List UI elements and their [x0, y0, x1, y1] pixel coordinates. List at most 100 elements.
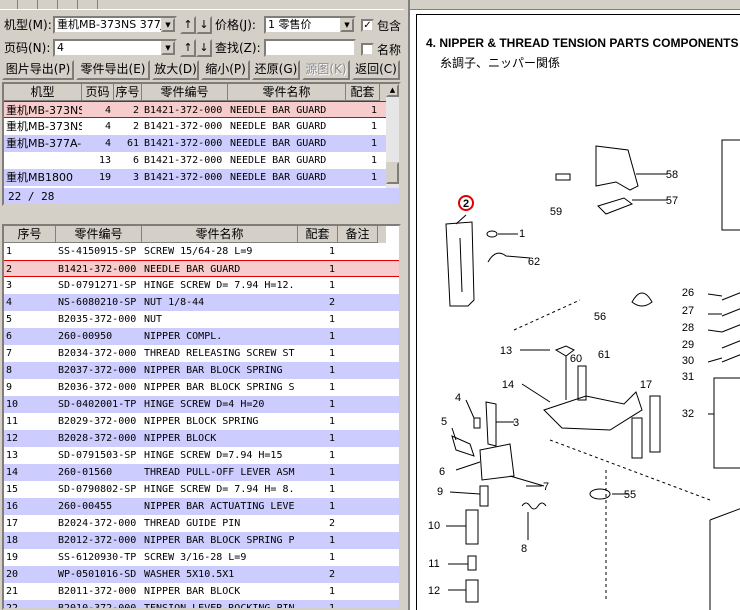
part-thread-guide-plate[interactable]: [597, 197, 634, 215]
table-row[interactable]: 17 B2024-372-000 THREAD GUIDE PIN 2: [4, 515, 399, 532]
col-header-qty[interactable]: 配套: [346, 84, 380, 101]
callout-number[interactable]: 7: [543, 481, 549, 493]
table-row[interactable]: 18 B2012-372-000 NIPPER BAR BLOCK SPRING P…: [4, 532, 399, 549]
callout-number[interactable]: 29: [682, 339, 694, 351]
part-nipper-block[interactable]: [465, 509, 479, 545]
callout-number[interactable]: 6: [439, 466, 445, 478]
table-row[interactable]: 10 SD-0402001-TP HINGE SCREW D=4 H=20 1: [4, 396, 399, 413]
price-select[interactable]: 1 零售价 ▼: [264, 16, 356, 34]
callout-number[interactable]: 17: [640, 379, 652, 391]
name-checkbox[interactable]: [361, 43, 374, 56]
table-row[interactable]: 重机MB1800 19 3 B1421-372-000 NEEDLE BAR GUARD…: [4, 169, 386, 186]
part-thread-guide-pin[interactable]: [649, 395, 661, 453]
part-hinge-screw[interactable]: [485, 401, 497, 447]
callout-number[interactable]: 5: [441, 416, 447, 428]
part-spring-wire[interactable]: [487, 252, 531, 263]
part-screw[interactable]: [555, 173, 571, 181]
part-thread-guide-bracket[interactable]: [595, 145, 639, 191]
model-next-button[interactable]: ↓: [196, 16, 212, 34]
chevron-down-icon[interactable]: ▼: [340, 18, 354, 32]
part-washer[interactable]: [589, 488, 611, 500]
part-thread-pull-off-lever[interactable]: [543, 391, 643, 431]
zoom-in-button[interactable]: 放大(D): [152, 60, 199, 80]
restore-button[interactable]: 还原(G): [252, 60, 300, 80]
toolbar-icon[interactable]: [44, 0, 58, 9]
callout-number[interactable]: 31: [682, 371, 694, 383]
table-row[interactable]: 3 SD-0791271-SP HINGE SCREW D= 7.94 H=12. 1: [4, 277, 399, 294]
exploded-parts-diagram[interactable]: 1234567891011121314 172627282930313255565…: [410, 0, 740, 610]
table-row[interactable]: 13 SD-0791503-SP HINGE SCREW D=7.94 H=15 1: [4, 447, 399, 464]
part-nipper-compl[interactable]: [479, 443, 515, 481]
table-row[interactable]: 20 WP-0501016-SD WASHER 5X10.5X1 2: [4, 566, 399, 583]
callout-number[interactable]: 57: [666, 195, 678, 207]
table-row[interactable]: 重机MB-377A- 4 61 B1421-372-000 NEEDLE BAR GUA…: [4, 135, 386, 152]
part-thread-release-stud[interactable]: [509, 475, 545, 487]
parts-list-grid[interactable]: 序号 零件编号 零件名称 配套 备注 1 SS-4150915-SP SCREW 1…: [2, 224, 401, 610]
export-image-button[interactable]: 图片导出(P): [2, 60, 74, 80]
diagram-viewer[interactable]: 4. NIPPER & THREAD TENSION PARTS COMPONE…: [408, 0, 740, 610]
callout-number[interactable]: 60: [570, 353, 582, 365]
chevron-down-icon[interactable]: ▼: [161, 18, 175, 32]
model-select[interactable]: 重机MB-373NS 377J ▼: [53, 16, 177, 34]
col-header-part-name[interactable]: 零件名称: [142, 226, 298, 243]
callout-number[interactable]: 26: [682, 287, 694, 299]
callout-number[interactable]: 61: [598, 349, 610, 361]
toolbar-icon[interactable]: [84, 0, 98, 9]
part-needle-bar-guard[interactable]: [445, 221, 475, 307]
table-row[interactable]: 重机MB-373NS 4 2 B1421-372-000 NEEDLE BAR GUAR…: [4, 101, 386, 118]
back-button[interactable]: 返回(C): [352, 60, 400, 80]
table-row[interactable]: 8 B2037-372-000 NIPPER BAR BLOCK SPRING 1: [4, 362, 399, 379]
part-tension-stud[interactable]: [721, 139, 740, 231]
table-row[interactable]: 7 B2034-372-000 THREAD RELEASING SCREW ST 1: [4, 345, 399, 362]
callout-number[interactable]: 55: [624, 489, 636, 501]
part-spring[interactable]: [521, 502, 547, 510]
callout-number[interactable]: 8: [521, 543, 527, 555]
callout-number[interactable]: 58: [666, 169, 678, 181]
callout-number[interactable]: 9: [437, 486, 443, 498]
col-header-seq[interactable]: 序号: [114, 84, 142, 101]
table-row[interactable]: 19 SS-6120930-TP SCREW 3/16-28 L=9 1: [4, 549, 399, 566]
page-select[interactable]: 4 ▼: [53, 39, 177, 57]
table-row[interactable]: 21 B2011-372-000 NIPPER BAR BLOCK 1: [4, 583, 399, 600]
scroll-thumb[interactable]: [386, 162, 399, 184]
col-header-part-no[interactable]: 零件编号: [142, 84, 228, 101]
table-row[interactable]: 15 SD-0790802-SP HINGE SCREW D= 7.94 H= 8.…: [4, 481, 399, 498]
table-row[interactable]: 16 260-00455 NIPPER BAR ACTUATING LEVE 1: [4, 498, 399, 515]
table-row[interactable]: 重机MB-373NS 4 2 B1421-372-000 NEEDLE BAR GUAR…: [4, 118, 386, 135]
callout-number[interactable]: 3: [513, 417, 519, 429]
part-thread-guide-pin[interactable]: [631, 417, 643, 459]
toolbar-icon[interactable]: [24, 0, 38, 9]
part-nipper-block-spring[interactable]: [467, 555, 477, 571]
table-row[interactable]: 12 B2028-372-000 NIPPER BLOCK 1: [4, 430, 399, 447]
callout-number[interactable]: 62: [528, 256, 540, 268]
callout-number[interactable]: 10: [428, 520, 440, 532]
col-header-page[interactable]: 页码: [82, 84, 114, 101]
toolbar-icon[interactable]: [4, 0, 18, 9]
table-row[interactable]: 13 6 B1421-372-000 NEEDLE BAR GUARD 1: [4, 152, 386, 169]
callout-number[interactable]: 4: [455, 392, 461, 404]
callout-number[interactable]: 56: [594, 311, 606, 323]
table-row[interactable]: 11 B2029-372-000 NIPPER BLOCK SPRING 1: [4, 413, 399, 430]
col-header-part-name[interactable]: 零件名称: [228, 84, 346, 101]
source-image-button[interactable]: 源图(K): [302, 60, 350, 80]
callout-number[interactable]: 2: [463, 198, 469, 210]
model-prev-button[interactable]: ↑: [180, 16, 196, 34]
table-row[interactable]: 1 SS-4150915-SP SCREW 15/64-28 L=9 1: [4, 243, 399, 260]
part-nut[interactable]: [473, 417, 481, 429]
callout-number[interactable]: 11: [428, 558, 439, 570]
search-grid-scrollbar[interactable]: ▲: [386, 84, 399, 188]
part-tension-discs[interactable]: [721, 292, 740, 363]
find-input[interactable]: [264, 39, 356, 57]
part-tension-disc-cone[interactable]: [631, 292, 653, 307]
table-row[interactable]: 6 260-00950 NIPPER COMPL. 1: [4, 328, 399, 345]
col-header-model[interactable]: 机型: [4, 84, 82, 101]
callout-number[interactable]: 13: [500, 345, 512, 357]
part-nipper-block[interactable]: [465, 579, 479, 603]
table-row[interactable]: 4 NS-6080210-SP NUT 1/8-44 2: [4, 294, 399, 311]
callout-number[interactable]: 27: [682, 305, 694, 317]
table-row[interactable]: 14 260-01560 THREAD PULL-OFF LEVER ASM 1: [4, 464, 399, 481]
col-header-seq[interactable]: 序号: [4, 226, 56, 243]
col-header-remark[interactable]: 备注: [338, 226, 378, 243]
chevron-down-icon[interactable]: ▼: [161, 41, 175, 55]
toolbar-icon[interactable]: [64, 0, 78, 9]
